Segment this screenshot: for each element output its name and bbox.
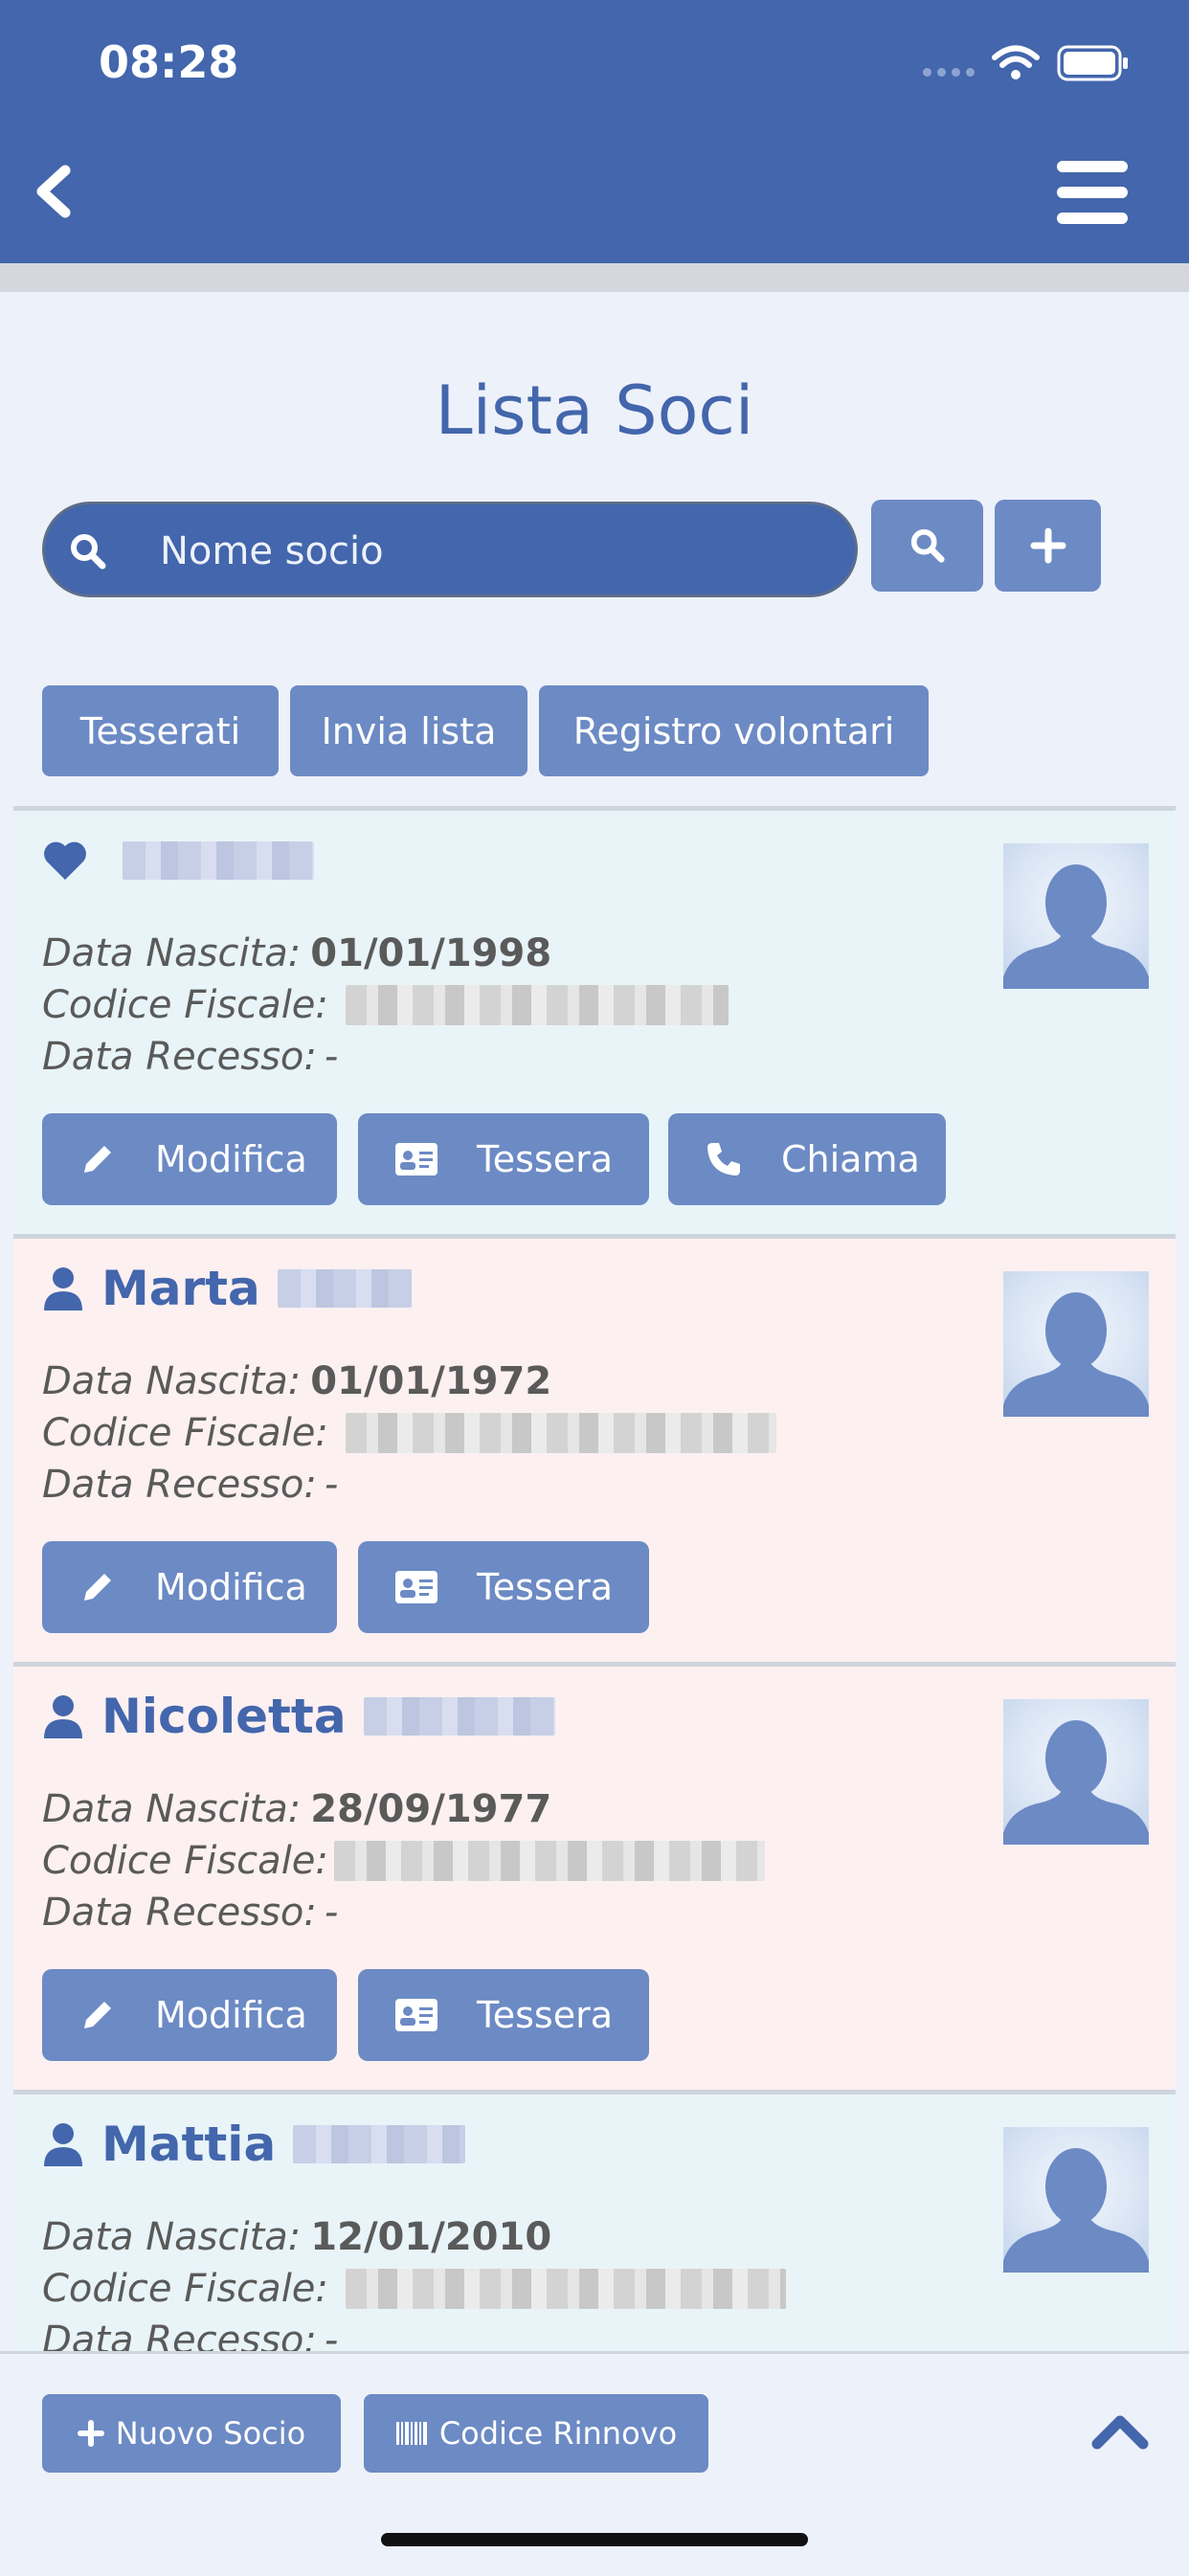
redacted-name: [123, 841, 314, 880]
member-card: Marta Data Nascita: 01/01/1972 Codice Fi…: [13, 1239, 1176, 1662]
add-member-button[interactable]: [995, 500, 1101, 592]
redacted-surname: [363, 1697, 555, 1736]
redacted-tax-code: [345, 985, 729, 1025]
edit-button[interactable]: Modifica: [42, 1541, 337, 1633]
birth-date-row: Data Nascita: 28/09/1977: [42, 1787, 552, 1831]
tax-code-row: Codice Fiscale:: [42, 983, 729, 1027]
avatar: [1003, 1699, 1149, 1845]
member-header: Marta: [42, 1260, 412, 1317]
home-indicator: [381, 2533, 808, 2546]
birth-date-row: Data Nascita: 01/01/1998: [42, 931, 552, 975]
plus-icon: [77, 2420, 104, 2447]
search-field[interactable]: [42, 502, 858, 597]
user-icon: [44, 2123, 82, 2166]
card-button[interactable]: Tessera: [358, 1113, 649, 1205]
pencil-icon: [84, 1574, 111, 1601]
member-header: Mattia: [42, 2116, 466, 2173]
pencil-icon: [84, 2002, 111, 2028]
avatar: [1003, 2127, 1149, 2273]
search-icon: [71, 534, 106, 570]
card-button[interactable]: Tessera: [358, 1969, 649, 2061]
renewal-code-button[interactable]: Codice Rinnovo: [364, 2394, 708, 2473]
app-header: 08:28: [0, 0, 1189, 263]
member-card: Data Nascita: 01/01/1998 Codice Fiscale:…: [13, 811, 1176, 1234]
scroll-top-button[interactable]: [1089, 2409, 1151, 2452]
plus-icon: [1030, 527, 1066, 564]
withdrawal-date: -: [324, 1891, 339, 1935]
menu-button[interactable]: [1057, 161, 1128, 224]
birth-date: 01/01/1972: [310, 1359, 552, 1403]
call-button[interactable]: Chiama: [668, 1113, 946, 1205]
heart-icon: [44, 841, 86, 880]
tesserati-button[interactable]: Tesserati: [42, 685, 279, 776]
withdrawal-date-row: Data Recesso: -: [42, 1891, 339, 1935]
member-name: Mattia: [101, 2117, 277, 2172]
pencil-icon: [84, 1146, 111, 1173]
redacted-surname: [293, 2125, 466, 2163]
user-icon: [44, 1267, 82, 1310]
member-name: Nicoletta: [101, 1689, 347, 1744]
redacted-tax-code: [345, 2269, 786, 2309]
withdrawal-date-row: Data Recesso: -: [42, 1035, 339, 1079]
birth-date: 01/01/1998: [310, 931, 552, 975]
birth-date-row: Data Nascita: 01/01/1972: [42, 1359, 552, 1403]
user-icon: [44, 1695, 82, 1738]
edit-button[interactable]: Modifica: [42, 1969, 337, 2061]
search-icon: [910, 528, 945, 563]
hamburger-icon: [1057, 161, 1128, 172]
chevron-left-icon: [36, 165, 71, 218]
barcode-icon: [395, 2422, 427, 2445]
tax-code-row: Codice Fiscale:: [42, 2267, 786, 2311]
tax-code-row: Codice Fiscale:: [42, 1839, 765, 1883]
page-title: Lista Soci: [435, 371, 754, 450]
avatar: [1003, 843, 1149, 989]
withdrawal-date: -: [324, 1035, 339, 1079]
status-time: 08:28: [99, 36, 239, 88]
birth-date: 28/09/1977: [310, 1787, 552, 1831]
birth-date: 12/01/2010: [310, 2215, 552, 2259]
edit-button[interactable]: Modifica: [42, 1113, 337, 1205]
new-member-button[interactable]: Nuovo Socio: [42, 2394, 341, 2473]
redacted-tax-code: [333, 1841, 765, 1881]
phone-icon: [707, 1143, 740, 1176]
member-card: Nicoletta Data Nascita: 28/09/1977 Codic…: [13, 1667, 1176, 2090]
id-card-icon: [395, 1143, 437, 1176]
birth-date-row: Data Nascita: 12/01/2010: [42, 2215, 552, 2259]
volunteer-register-button[interactable]: Registro volontari: [539, 685, 929, 776]
status-icons: [923, 44, 1130, 82]
redacted-tax-code: [345, 1413, 776, 1453]
avatar: [1003, 1271, 1149, 1417]
signal-icon: [923, 67, 975, 77]
id-card-icon: [395, 1999, 437, 2031]
wifi-icon: [992, 45, 1040, 79]
withdrawal-date-row: Data Recesso: -: [42, 1463, 339, 1507]
header-divider: [0, 263, 1189, 292]
withdrawal-date: -: [324, 1463, 339, 1507]
tax-code-row: Codice Fiscale:: [42, 1411, 776, 1455]
withdrawal-date: -: [324, 2318, 339, 2353]
id-card-icon: [395, 1571, 437, 1603]
chevron-up-icon: [1091, 2415, 1149, 2450]
search-input[interactable]: [158, 524, 832, 579]
member-header: [42, 832, 314, 889]
redacted-surname: [277, 1269, 412, 1308]
withdrawal-date-row: Data Recesso: -: [42, 2318, 338, 2353]
send-list-button[interactable]: Invia lista: [290, 685, 527, 776]
member-header: Nicoletta: [42, 1688, 555, 1745]
search-button[interactable]: [871, 500, 983, 592]
member-card: Mattia Data Nascita: 12/01/2010 Codice F…: [13, 2094, 1176, 2353]
battery-icon: [1057, 45, 1128, 81]
member-name: Marta: [101, 1261, 260, 1316]
back-button[interactable]: [31, 163, 79, 220]
card-button[interactable]: Tessera: [358, 1541, 649, 1633]
